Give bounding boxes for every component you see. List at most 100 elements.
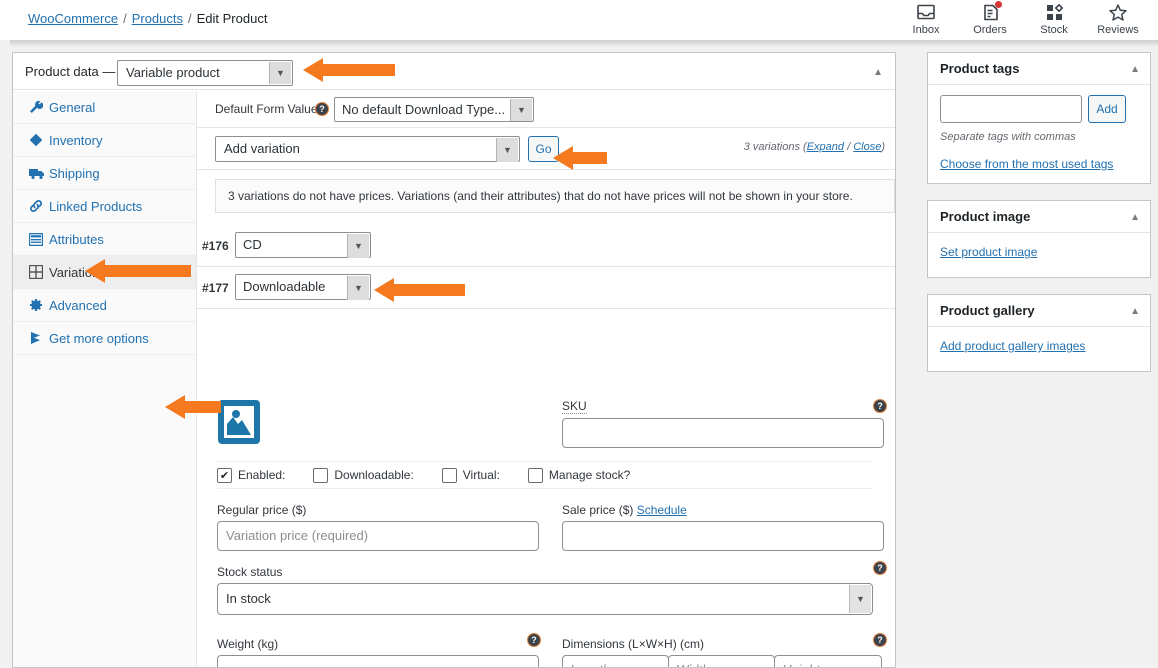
close-link[interactable]: Close xyxy=(853,141,881,153)
sidebar-item-label-linked-shipping: Shipping xyxy=(49,165,100,181)
sidebar-item-inventory[interactable]: Inventory xyxy=(13,124,196,157)
sidebar-item-variations[interactable]: Variations xyxy=(13,256,196,289)
product-data-header: Product data — Variable product ▼ ▲ xyxy=(13,53,895,90)
weight-help-icon[interactable]: ? xyxy=(527,633,541,647)
product-gallery-toggle[interactable]: ▲ xyxy=(1130,306,1140,317)
sidebar-item-get-more-options[interactable]: Get more options xyxy=(13,322,196,355)
wrench-icon xyxy=(29,100,49,114)
expand-link[interactable]: Expand xyxy=(807,141,844,153)
gear-icon xyxy=(29,298,49,312)
variation-176-select[interactable]: CD ▼ xyxy=(235,232,371,258)
sku-input[interactable] xyxy=(562,418,884,448)
add-variation-row: Add variation ▼ Go 3 variations (Expand … xyxy=(197,128,895,170)
add-variation-value: Add variation xyxy=(224,141,300,156)
set-product-image-link[interactable]: Set product image xyxy=(940,245,1138,259)
chevron-down-icon: ▼ xyxy=(347,276,369,300)
topnav-item-inbox[interactable]: Inbox xyxy=(894,0,958,40)
sale-price-label-wrap: Sale price ($) Schedule xyxy=(562,503,884,517)
downloadable-checkbox-item[interactable]: Downloadable: xyxy=(313,467,414,483)
default-form-values-value: No default Download Type... xyxy=(342,102,506,117)
product-tags-title: Product tags xyxy=(940,61,1020,76)
product-tags-panel: Product tags ▲ Add Separate tags with co… xyxy=(927,52,1151,184)
sale-price-schedule-link[interactable]: Schedule xyxy=(637,503,687,517)
breadcrumb-products[interactable]: Products xyxy=(132,11,183,26)
variation-176-value: CD xyxy=(243,237,262,252)
product-image-toggle[interactable]: ▲ xyxy=(1130,212,1140,223)
variation-177-select[interactable]: Downloadable ▼ xyxy=(235,274,371,300)
chevron-down-icon: ▼ xyxy=(347,234,369,258)
stock-status-help-icon[interactable]: ? xyxy=(873,561,887,575)
variations-notice-text: 3 variations do not have prices. Variati… xyxy=(228,189,853,203)
dimension-length-input[interactable]: Length xyxy=(562,655,669,667)
breadcrumb-current: Edit Product xyxy=(196,11,268,26)
image-placeholder-icon[interactable] xyxy=(217,398,261,446)
dimensions-help-icon[interactable]: ? xyxy=(873,633,887,647)
variation-177-value: Downloadable xyxy=(243,279,326,294)
panel-collapse-toggle[interactable]: ▲ xyxy=(873,67,883,78)
orders-badge-dot xyxy=(994,1,1002,8)
sale-price-input[interactable] xyxy=(562,521,884,551)
product-image-title: Product image xyxy=(940,209,1031,224)
sku-help-icon[interactable]: ? xyxy=(873,399,887,413)
sidebar-item-shipping[interactable]: Shipping xyxy=(13,157,196,190)
add-gallery-images-link[interactable]: Add product gallery images xyxy=(940,339,1138,353)
product-type-select[interactable]: Variable product ▼ xyxy=(117,60,293,86)
product-type-value: Variable product xyxy=(126,65,220,80)
breadcrumb-woocommerce[interactable]: WooCommerce xyxy=(28,11,118,26)
topnav-item-orders[interactable]: Orders xyxy=(958,0,1022,40)
variation-row-176: #176 CD ▼ xyxy=(197,225,895,267)
topnav-item-reviews[interactable]: Reviews xyxy=(1086,0,1150,40)
sidebar-item-attributes[interactable]: Attributes xyxy=(13,223,196,256)
product-data-label: Product data — xyxy=(25,64,116,79)
manage-stock-checkbox-item[interactable]: Manage stock? xyxy=(527,467,631,483)
virtual-checkbox[interactable] xyxy=(441,467,457,483)
product-image-body: Set product image xyxy=(928,233,1150,277)
product-tags-body: Add Separate tags with commas Choose fro… xyxy=(928,85,1150,183)
sidebar-item-general[interactable]: General xyxy=(13,91,196,124)
weight-label: Weight (kg) xyxy=(217,637,279,651)
product-tags-toggle[interactable]: ▲ xyxy=(1130,64,1140,75)
sidebar-item-advanced[interactable]: Advanced xyxy=(13,289,196,322)
grid-icon xyxy=(29,265,49,279)
table-icon xyxy=(29,232,49,246)
manage-stock-label: Manage stock? xyxy=(548,468,631,482)
truck-icon xyxy=(29,167,49,180)
downloadable-checkbox[interactable] xyxy=(313,467,329,483)
sidebar-item-label-advanced: Advanced xyxy=(49,297,107,313)
sku-field-block: SKU xyxy=(562,398,884,448)
topnav-item-stock[interactable]: Stock xyxy=(1022,0,1086,40)
default-form-values-select[interactable]: No default Download Type... ▼ xyxy=(334,97,534,122)
dimension-height-input[interactable]: Height xyxy=(774,655,882,667)
virtual-checkbox-item[interactable]: Virtual: xyxy=(441,467,500,483)
regular-price-block: Regular price ($) Variation price (requi… xyxy=(217,503,539,551)
reviews-star-icon xyxy=(1109,2,1127,22)
woocommerce-edit-product-screen: WooCommerce / Products / Edit Product Inbox … xyxy=(0,0,1158,668)
breadcrumb-separator-2: / xyxy=(188,11,192,26)
sidebar-item-label-get-more-options: Get more options xyxy=(49,330,149,346)
product-tags-input-row: Add xyxy=(940,95,1138,123)
stock-status-row: Stock status In stock ▼ xyxy=(217,565,873,621)
add-variation-select[interactable]: Add variation ▼ xyxy=(215,136,520,162)
sidebar-item-linked-products[interactable]: Linked Products xyxy=(13,190,196,223)
variations-notice: 3 variations do not have prices. Variati… xyxy=(215,179,895,213)
enabled-checkbox-item[interactable]: ✔ Enabled: xyxy=(217,467,285,483)
topnav-label-inbox: Inbox xyxy=(912,24,940,36)
variations-count: 3 variations (Expand / Close) xyxy=(744,141,885,153)
default-form-values-help-icon[interactable]: ? xyxy=(315,102,329,116)
go-button[interactable]: Go xyxy=(528,136,559,162)
sidebar-item-label-attributes: Attributes xyxy=(49,231,104,247)
product-gallery-title: Product gallery xyxy=(940,303,1035,318)
most-used-tags-link[interactable]: Choose from the most used tags xyxy=(940,157,1138,171)
manage-stock-checkbox[interactable] xyxy=(527,467,543,483)
product-data-tabs: General Inventory Shipping Linked Produc… xyxy=(13,91,197,667)
product-tags-input[interactable] xyxy=(940,95,1082,123)
regular-price-input[interactable]: Variation price (required) xyxy=(217,521,539,551)
weight-dimensions-row: Weight (kg) Dimensions (L×W×H) (cm) Leng… xyxy=(217,637,882,667)
enabled-checkbox[interactable]: ✔ xyxy=(217,467,232,483)
add-tag-button[interactable]: Add xyxy=(1088,95,1126,123)
dimension-width-input[interactable]: Width xyxy=(668,655,775,667)
product-image-header: Product image ▲ xyxy=(928,201,1150,233)
stock-status-select[interactable]: In stock ▼ xyxy=(217,583,873,615)
chevron-down-icon: ▼ xyxy=(510,99,532,121)
weight-input[interactable] xyxy=(217,655,539,667)
